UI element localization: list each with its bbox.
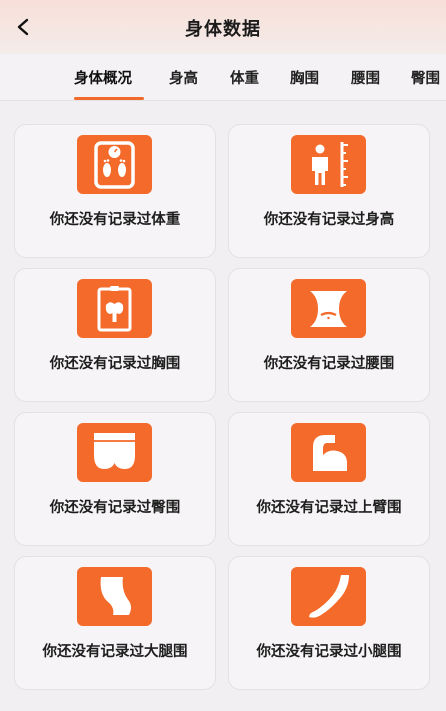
tab-overview[interactable]: 身体概况 <box>74 67 132 88</box>
waist-icon <box>291 279 366 338</box>
header: 身体数据 <box>0 0 446 54</box>
upper-arm-icon <box>291 423 366 482</box>
card-height[interactable]: 你还没有记录过身高 <box>228 124 430 258</box>
tab-height[interactable]: 身高 <box>169 67 198 88</box>
card-label: 你还没有记录过胸围 <box>49 356 181 372</box>
card-label: 你还没有记录过体重 <box>49 212 181 228</box>
card-calf[interactable]: 你还没有记录过小腿围 <box>228 556 430 690</box>
card-label: 你还没有记录过小腿围 <box>256 644 402 660</box>
card-label: 你还没有记录过大腿围 <box>42 644 188 660</box>
active-tab-indicator <box>74 97 144 100</box>
scale-icon <box>77 135 152 194</box>
card-upper-arm[interactable]: 你还没有记录过上臂围 <box>228 412 430 546</box>
card-hip[interactable]: 你还没有记录过臀围 <box>14 412 216 546</box>
height-icon <box>291 135 366 194</box>
card-chest[interactable]: 你还没有记录过胸围 <box>14 268 216 402</box>
tab-hip[interactable]: 臀围 <box>411 67 440 88</box>
calf-icon <box>291 567 366 626</box>
hip-icon <box>77 423 152 482</box>
card-thigh[interactable]: 你还没有记录过大腿围 <box>14 556 216 690</box>
card-label: 你还没有记录过臀围 <box>49 500 181 516</box>
card-waist[interactable]: 你还没有记录过腰围 <box>228 268 430 402</box>
tab-weight[interactable]: 体重 <box>230 67 259 88</box>
card-weight[interactable]: 你还没有记录过体重 <box>14 124 216 258</box>
card-label: 你还没有记录过上臂围 <box>256 500 402 516</box>
tab-chest[interactable]: 胸围 <box>290 67 319 88</box>
card-label: 你还没有记录过身高 <box>263 212 395 228</box>
tab-bar: 身体概况 身高 体重 胸围 腰围 臀围 <box>0 54 446 101</box>
card-label: 你还没有记录过腰围 <box>263 356 395 372</box>
page-title: 身体数据 <box>185 19 261 40</box>
thigh-icon <box>77 567 152 626</box>
tab-waist[interactable]: 腰围 <box>351 67 380 88</box>
chest-icon <box>77 279 152 338</box>
